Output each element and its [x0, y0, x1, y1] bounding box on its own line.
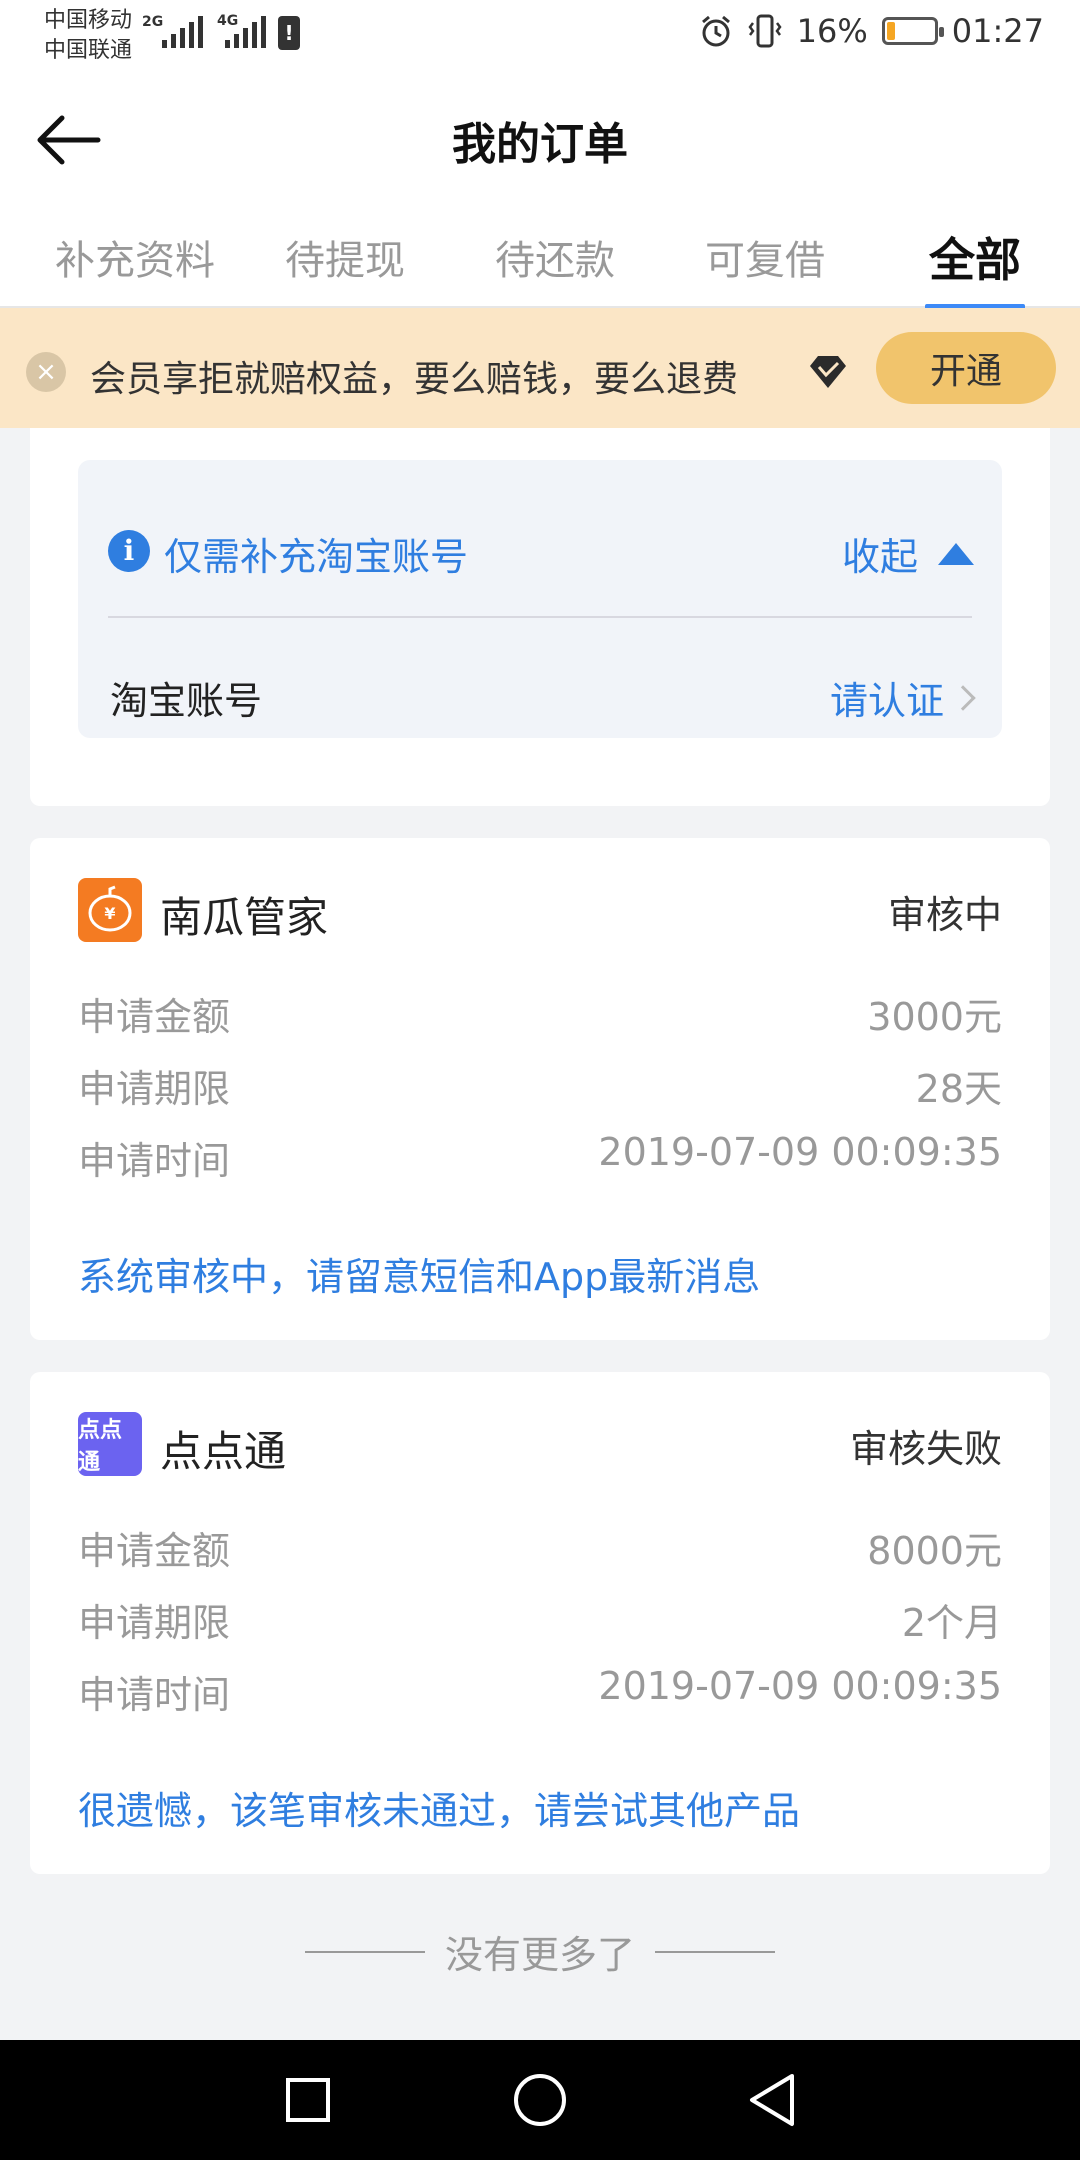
battery-level — [886, 22, 895, 40]
detail-row-term: 申请期限 2个月 — [78, 1592, 1002, 1645]
end-of-list: 没有更多了 — [0, 1924, 1080, 1979]
supplement-info-box: i 仅需补充淘宝账号 收起 淘宝账号 请认证 — [78, 460, 1002, 738]
divider — [304, 1950, 425, 1953]
row-label: 申请金额 — [78, 995, 231, 1039]
tab-all-label: 全部 — [929, 233, 1021, 287]
detail-row-time: 申请时间 2019-07-09 00:09:35 — [78, 1664, 1002, 1717]
chevron-right-icon — [950, 684, 976, 711]
banner-text: 会员享拒就赔权益，要么赔钱，要么退费 — [90, 359, 739, 400]
close-banner-button[interactable]: × — [26, 352, 66, 392]
detail-row-time: 申请时间 2019-07-09 00:09:35 — [78, 1130, 1002, 1183]
tab-pending-repay[interactable]: 待还款 — [490, 228, 620, 298]
verify-label: 请认证 — [829, 679, 944, 723]
recent-apps-button[interactable] — [278, 2070, 338, 2130]
taobao-account-label: 淘宝账号 — [110, 679, 263, 723]
product-name: 南瓜管家 — [160, 893, 329, 942]
status-bar: 中国移动 中国联通 2G 4G ! 16% 01:27 — [0, 0, 1080, 72]
order-card[interactable]: ¥ 南瓜管家 审核中 申请金额 3000元 申请期限 28天 申请时间 2019… — [30, 838, 1050, 1340]
app-header: 我的订单 — [0, 72, 1080, 208]
product-name: 点点通 — [160, 1427, 287, 1476]
clock: 01:27 — [951, 12, 1044, 50]
row-label: 申请金额 — [78, 1529, 231, 1573]
row-value: 2019-07-09 00:09:35 — [598, 1664, 1002, 1708]
carrier-info: 中国移动 中国联通 — [44, 6, 132, 66]
end-text: 没有更多了 — [444, 1933, 635, 1977]
row-label: 申请时间 — [78, 1673, 231, 1717]
tab-all[interactable]: 全部 — [925, 224, 1025, 312]
row-value: 2个月 — [901, 1601, 1002, 1645]
row-value: 28天 — [915, 1067, 1002, 1111]
logo-text: 点点通 — [78, 1418, 123, 1475]
pumpkin-logo-icon: ¥ — [78, 878, 142, 942]
detail-row-term: 申请期限 28天 — [78, 1058, 1002, 1111]
square-icon — [286, 2078, 330, 2122]
network-type: 2G — [142, 14, 163, 30]
triangle-back-icon — [750, 2074, 794, 2126]
close-icon: × — [35, 357, 57, 387]
order-status: 审核中 — [887, 893, 1002, 937]
order-tabs: 补充资料 待提现 待还款 可复借 全部 — [0, 208, 1080, 312]
row-label: 申请时间 — [78, 1139, 231, 1183]
order-message: 很遗憾，该笔审核未通过，请尝试其他产品 — [78, 1789, 801, 1833]
screen: 中国移动 中国联通 2G 4G ! 16% 01:27 我的订单 补充资料 待提… — [0, 0, 1080, 2160]
detail-row-amount: 申请金额 8000元 — [78, 1520, 1002, 1573]
status-right: 16% 01:27 — [699, 12, 1044, 50]
detail-row-amount: 申请金额 3000元 — [78, 986, 1002, 1039]
circle-icon — [514, 2074, 566, 2126]
battery-icon — [881, 17, 944, 45]
row-value: 8000元 — [867, 1529, 1002, 1573]
network-type-2: 4G — [217, 13, 239, 29]
signal-icons: 4G — [162, 14, 266, 48]
tab-pending-withdraw[interactable]: 待提现 — [280, 228, 410, 298]
row-label: 申请期限 — [78, 1601, 231, 1645]
signal-bars-icon — [162, 14, 203, 48]
home-button[interactable] — [510, 2070, 570, 2130]
membership-banner: × 会员享拒就赔权益，要么赔钱，要么退费 开通 — [0, 308, 1080, 428]
row-label: 申请期限 — [78, 1067, 231, 1111]
info-icon: i — [108, 530, 150, 572]
order-card[interactable]: 点点通 点点通 审核失败 申请金额 8000元 申请期限 2个月 申请时间 20… — [30, 1372, 1050, 1874]
order-message: 系统审核中，请留意短信和App最新消息 — [78, 1255, 761, 1299]
signal-bars-icon: 4G — [217, 14, 266, 48]
activate-button[interactable]: 开通 — [876, 332, 1056, 404]
tab-supplement[interactable]: 补充资料 — [50, 228, 220, 298]
tab-reborrow[interactable]: 可复借 — [700, 228, 830, 298]
collapse-label: 收起 — [841, 535, 918, 579]
row-value: 3000元 — [867, 995, 1002, 1039]
carrier-1: 中国移动 — [44, 8, 133, 33]
system-nav-bar — [0, 2040, 1080, 2160]
divider — [655, 1950, 775, 1953]
network-type-1: 2G — [142, 14, 164, 30]
divider — [108, 616, 972, 618]
vibrate-icon — [748, 14, 782, 48]
order-status: 审核失败 — [849, 1427, 1002, 1471]
svg-text:¥: ¥ — [104, 904, 115, 923]
triangle-up-icon — [938, 542, 974, 565]
supplement-card: i 仅需补充淘宝账号 收起 淘宝账号 请认证 — [30, 428, 1050, 806]
collapse-button[interactable]: 收起 — [842, 526, 974, 581]
alarm-icon — [701, 15, 730, 47]
row-value: 2019-07-09 00:09:35 — [598, 1130, 1002, 1174]
system-back-button[interactable] — [742, 2070, 802, 2130]
page-title: 我的订单 — [452, 119, 628, 170]
supplement-title: 仅需补充淘宝账号 — [164, 535, 469, 579]
diandiantong-logo-icon: 点点通 — [78, 1412, 142, 1476]
diamond-icon — [810, 356, 846, 388]
battery-percent: 16% — [796, 12, 868, 50]
carrier-2: 中国联通 — [44, 38, 133, 63]
alert-icon: ! — [278, 16, 300, 50]
verify-taobao-link[interactable]: 请认证 — [829, 670, 976, 725]
